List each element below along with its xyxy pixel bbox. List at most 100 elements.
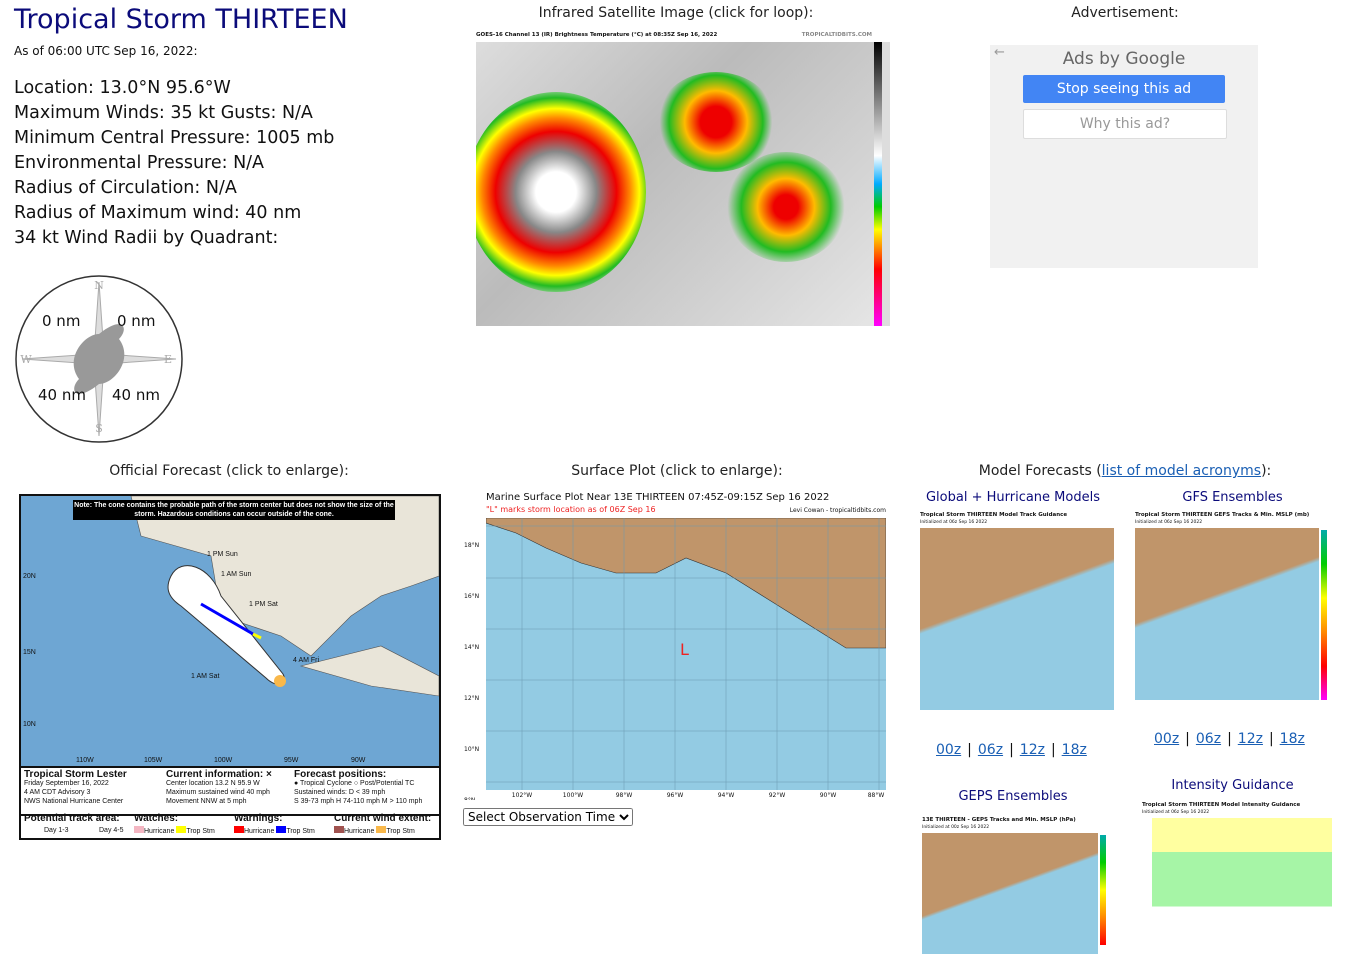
warning-hurricane: Hurricane xyxy=(244,828,275,835)
geps-ensembles-image[interactable]: 13E THIRTEEN - GEPS Tracks and Min. MSLP… xyxy=(920,815,1115,954)
satellite-caption: Infrared Satellite Image (click for loop… xyxy=(538,5,814,21)
lat-label: 15N xyxy=(23,649,36,656)
satellite-title: GOES-16 Channel 13 (IR) Brightness Tempe… xyxy=(476,32,718,38)
svg-text:E: E xyxy=(164,353,172,366)
global-time-links: 00z | 06z | 12z | 18z xyxy=(936,742,1087,758)
official-forecast-image[interactable]: Note: The cone contains the probable pat… xyxy=(19,494,441,840)
current-line: Maximum sustained wind 40 mph xyxy=(166,789,270,796)
gfs-ensembles-title: GFS Ensembles xyxy=(1182,490,1283,505)
global-models-image[interactable]: Tropical Storm THIRTEEN Model Track Guid… xyxy=(918,510,1115,722)
advisory: 4 AM CDT Advisory 3 xyxy=(24,789,91,796)
warnings-title: Warnings: xyxy=(234,813,283,824)
lat-label: 20N xyxy=(23,573,36,580)
storm-info: Location: 13.0°N 95.6°W Maximum Winds: 3… xyxy=(14,76,334,251)
svg-text:N: N xyxy=(94,279,104,292)
satellite-credit: TROPICALTIDBITS.COM xyxy=(801,32,872,38)
img-title: Tropical Storm THIRTEEN GEFS Tracks & Mi… xyxy=(1135,512,1310,518)
lon-label: 90W xyxy=(351,757,366,764)
gfs-06z-link[interactable]: 06z xyxy=(1196,731,1221,747)
radii-nw: 0 nm xyxy=(42,312,81,330)
current-line: Center location 13.2 N 95.9 W xyxy=(166,780,260,787)
surface-title: Marine Surface Plot Near 13E THIRTEEN 07… xyxy=(486,492,830,503)
watch-hurricane: Hurricane xyxy=(144,828,175,835)
global-12z-link[interactable]: 12z xyxy=(1020,742,1045,758)
forecast-line: S 39-73 mph H 74-110 mph M > 110 mph xyxy=(294,798,423,805)
observation-time-select[interactable]: Select Observation Time... xyxy=(463,808,633,826)
caption-prefix: Model Forecasts ( xyxy=(978,463,1102,479)
lat-label: 8°N xyxy=(464,775,479,800)
track-day45: Day 4-5 xyxy=(99,827,124,834)
lat-label: 14°N xyxy=(464,644,480,651)
date: Friday September 16, 2022 xyxy=(24,780,109,787)
lat-label: 16°N xyxy=(464,593,480,600)
center: NWS National Hurricane Center xyxy=(24,798,124,805)
ad-panel: ← Ads by Google Stop seeing this ad Why … xyxy=(990,45,1258,268)
lat-label: 10N xyxy=(23,721,36,728)
radius-max-wind: Radius of Maximum wind: 40 nm xyxy=(14,203,302,223)
radii-sw: 40 nm xyxy=(38,386,86,404)
compass-rose-icon: N S W E xyxy=(15,275,183,443)
max-winds: Maximum Winds: 35 kt Gusts: N/A xyxy=(14,103,313,123)
as-of-time: As of 06:00 UTC Sep 16, 2022: xyxy=(14,44,198,58)
lon-label: 98°W xyxy=(615,792,633,799)
watch-tropstm: Trop Stm xyxy=(186,828,215,835)
extent-tropstm: Trop Stm xyxy=(386,828,415,835)
storm-name: Tropical Storm Lester xyxy=(24,769,127,780)
surface-plot-image[interactable]: Marine Surface Plot Near 13E THIRTEEN 07… xyxy=(462,490,890,800)
lon-label: 105W xyxy=(144,757,163,764)
global-00z-link[interactable]: 00z xyxy=(936,742,961,758)
lat-label: 10°N xyxy=(464,746,480,753)
lon-label: 102°W xyxy=(511,792,533,799)
stop-seeing-ad-button[interactable]: Stop seeing this ad xyxy=(1023,75,1225,103)
img-init: Initialized at 00z Sep 16 2022 xyxy=(922,825,990,830)
geps-ensembles-title: GEPS Ensembles xyxy=(958,789,1068,804)
lon-label: 92°W xyxy=(768,792,786,799)
lon-label: 100W xyxy=(214,757,233,764)
global-18z-link[interactable]: 18z xyxy=(1062,742,1087,758)
min-pressure: Minimum Central Pressure: 1005 mb xyxy=(14,128,335,148)
img-title: Tropical Storm THIRTEEN Model Track Guid… xyxy=(920,512,1068,518)
label-1pm-sat: 1 PM Sat xyxy=(249,601,278,608)
env-pressure: Environmental Pressure: N/A xyxy=(14,153,265,173)
gfs-12z-link[interactable]: 12z xyxy=(1238,731,1263,747)
global-06z-link[interactable]: 06z xyxy=(978,742,1003,758)
lon-label: 110W xyxy=(76,757,94,764)
satellite-image[interactable]: GOES-16 Channel 13 (IR) Brightness Tempe… xyxy=(476,32,890,326)
storm-title: Tropical Storm THIRTEEN xyxy=(14,4,348,35)
gfs-00z-link[interactable]: 00z xyxy=(1154,731,1179,747)
lon-label: 88°W xyxy=(867,792,885,799)
forecast-line: Sustained winds: D < 39 mph xyxy=(294,789,386,796)
lat-label: 12°N xyxy=(464,695,480,702)
surface-subtitle: "L" marks storm location as of 06Z Sep 1… xyxy=(486,505,656,514)
storm-location-marker: L xyxy=(680,640,689,659)
caption-suffix: ): xyxy=(1261,463,1272,479)
ad-caption: Advertisement: xyxy=(1071,5,1179,21)
gfs-ensembles-image[interactable]: Tropical Storm THIRTEEN GEFS Tracks & Mi… xyxy=(1133,510,1330,712)
wind-radii-label: 34 kt Wind Radii by Quadrant: xyxy=(14,228,279,248)
wind-radii-compass: N S W E 0 nm 0 nm 40 nm 40 nm xyxy=(14,274,184,444)
surface-credit: Levi Cowan - tropicaltidbits.com xyxy=(789,507,886,514)
svg-text:W: W xyxy=(20,353,32,366)
surface-caption: Surface Plot (click to enlarge): xyxy=(571,463,783,479)
radii-ne: 0 nm xyxy=(117,312,156,330)
gfs-18z-link[interactable]: 18z xyxy=(1280,731,1305,747)
watches-title: Watches: xyxy=(134,813,179,824)
img-title: 13E THIRTEEN - GEPS Tracks and Min. MSLP… xyxy=(922,817,1076,823)
label-1am-sun: 1 AM Sun xyxy=(221,571,252,578)
intensity-guidance-title: Intensity Guidance xyxy=(1171,778,1294,793)
location: Location: 13.0°N 95.6°W xyxy=(14,78,231,98)
img-init: Initialized at 06z Sep 16 2022 xyxy=(1135,520,1203,525)
intensity-guidance-image[interactable]: Tropical Storm THIRTEEN Model Intensity … xyxy=(1140,800,1335,954)
ads-by-google: Ads by Google xyxy=(1062,49,1186,69)
why-this-ad-button[interactable]: Why this ad? xyxy=(1023,109,1227,139)
img-init: Initialized at 06z Sep 16 2022 xyxy=(920,520,988,525)
forecast-line: ● Tropical Cyclone ○ Post/Potential TC xyxy=(294,780,415,787)
forecast-info-box: Tropical Storm Lester Friday September 16… xyxy=(21,766,439,816)
extent-hurricane: Hurricane xyxy=(344,828,375,835)
model-acronyms-link[interactable]: list of model acronyms xyxy=(1102,463,1261,479)
track-day13: Day 1-3 xyxy=(44,827,69,834)
current-line: Movement NNW at 5 mph xyxy=(166,798,247,805)
warning-tropstm: Trop Stm xyxy=(286,828,315,835)
img-title: Tropical Storm THIRTEEN Model Intensity … xyxy=(1142,802,1301,808)
label-1pm-sun: 1 PM Sun xyxy=(207,551,238,558)
